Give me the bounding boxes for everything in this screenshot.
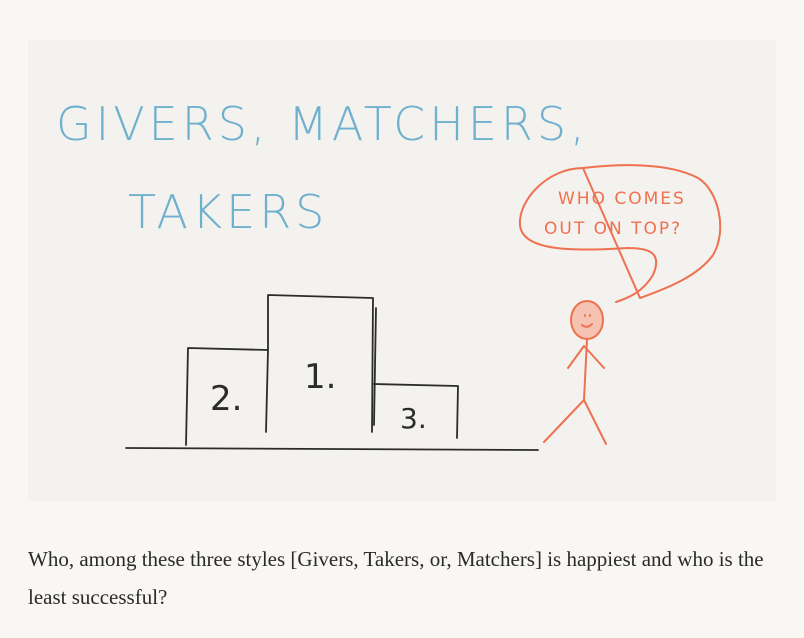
- speech-text-line-2: OUT ON TOP?: [544, 219, 682, 239]
- caption-text: Who, among these three styles [Givers, T…: [28, 547, 764, 609]
- podium-first-label: 1.: [304, 357, 336, 397]
- podium-third-label: 3.: [400, 402, 427, 435]
- podium-illustration: GIVERS, MATCHERS, TAKERS WHO COMES OUT O…: [28, 40, 776, 501]
- speech-text-line-1: WHO COMES: [558, 189, 686, 209]
- figure-head: [570, 300, 604, 340]
- title-line-2: TAKERS: [128, 185, 328, 239]
- podium-second-label: 2.: [210, 379, 242, 419]
- figure-body: [543, 338, 607, 445]
- page: GIVERS, MATCHERS, TAKERS WHO COMES OUT O…: [0, 0, 804, 638]
- title-line-1: GIVERS, MATCHERS,: [56, 97, 589, 151]
- ground-line: [125, 447, 539, 451]
- illustration-canvas: GIVERS, MATCHERS, TAKERS WHO COMES OUT O…: [56, 97, 722, 451]
